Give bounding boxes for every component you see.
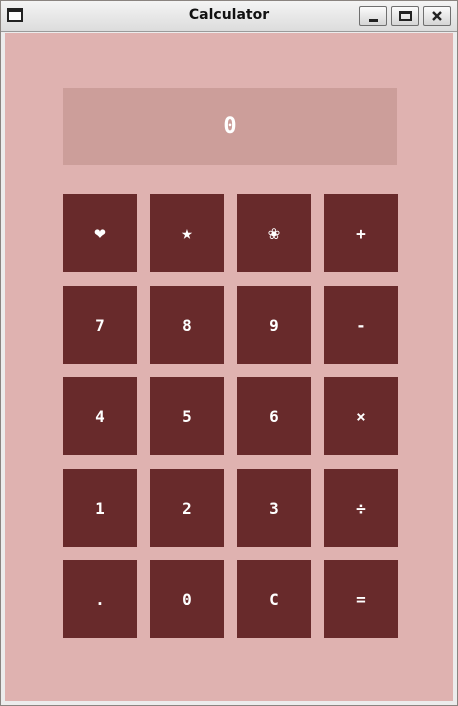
minimize-icon <box>369 19 378 22</box>
close-icon <box>432 11 442 21</box>
key-flower[interactable]: ❀ <box>237 194 311 272</box>
key-4[interactable]: 4 <box>63 377 137 455</box>
key-9[interactable]: 9 <box>237 286 311 364</box>
key-1[interactable]: 1 <box>63 469 137 547</box>
key-heart[interactable]: ❤ <box>63 194 137 272</box>
key-6[interactable]: 6 <box>237 377 311 455</box>
title-bar[interactable]: Calculator <box>1 1 457 32</box>
key-multiply[interactable]: × <box>324 377 398 455</box>
key-star[interactable]: ★ <box>150 194 224 272</box>
key-minus[interactable]: - <box>324 286 398 364</box>
key-equals[interactable]: = <box>324 560 398 638</box>
window-title: Calculator <box>188 7 270 23</box>
key-7[interactable]: 7 <box>63 286 137 364</box>
result-display: 0 <box>63 88 397 165</box>
calculator-body: 0 ❤ ★ ❀ + 7 8 9 - 4 5 6 × 1 2 3 ÷ . 0 C … <box>5 33 453 701</box>
key-clear[interactable]: C <box>237 560 311 638</box>
calculator-window: Calculator 0 ❤ ★ ❀ + 7 8 9 - 4 5 6 × 1 2… <box>0 0 458 706</box>
key-divide[interactable]: ÷ <box>324 469 398 547</box>
key-8[interactable]: 8 <box>150 286 224 364</box>
maximize-icon <box>399 11 412 21</box>
key-5[interactable]: 5 <box>150 377 224 455</box>
key-2[interactable]: 2 <box>150 469 224 547</box>
key-plus[interactable]: + <box>324 194 398 272</box>
maximize-button[interactable] <box>391 6 419 26</box>
key-decimal[interactable]: . <box>63 560 137 638</box>
key-3[interactable]: 3 <box>237 469 311 547</box>
minimize-button[interactable] <box>359 6 387 26</box>
close-button[interactable] <box>423 6 451 26</box>
key-0[interactable]: 0 <box>150 560 224 638</box>
